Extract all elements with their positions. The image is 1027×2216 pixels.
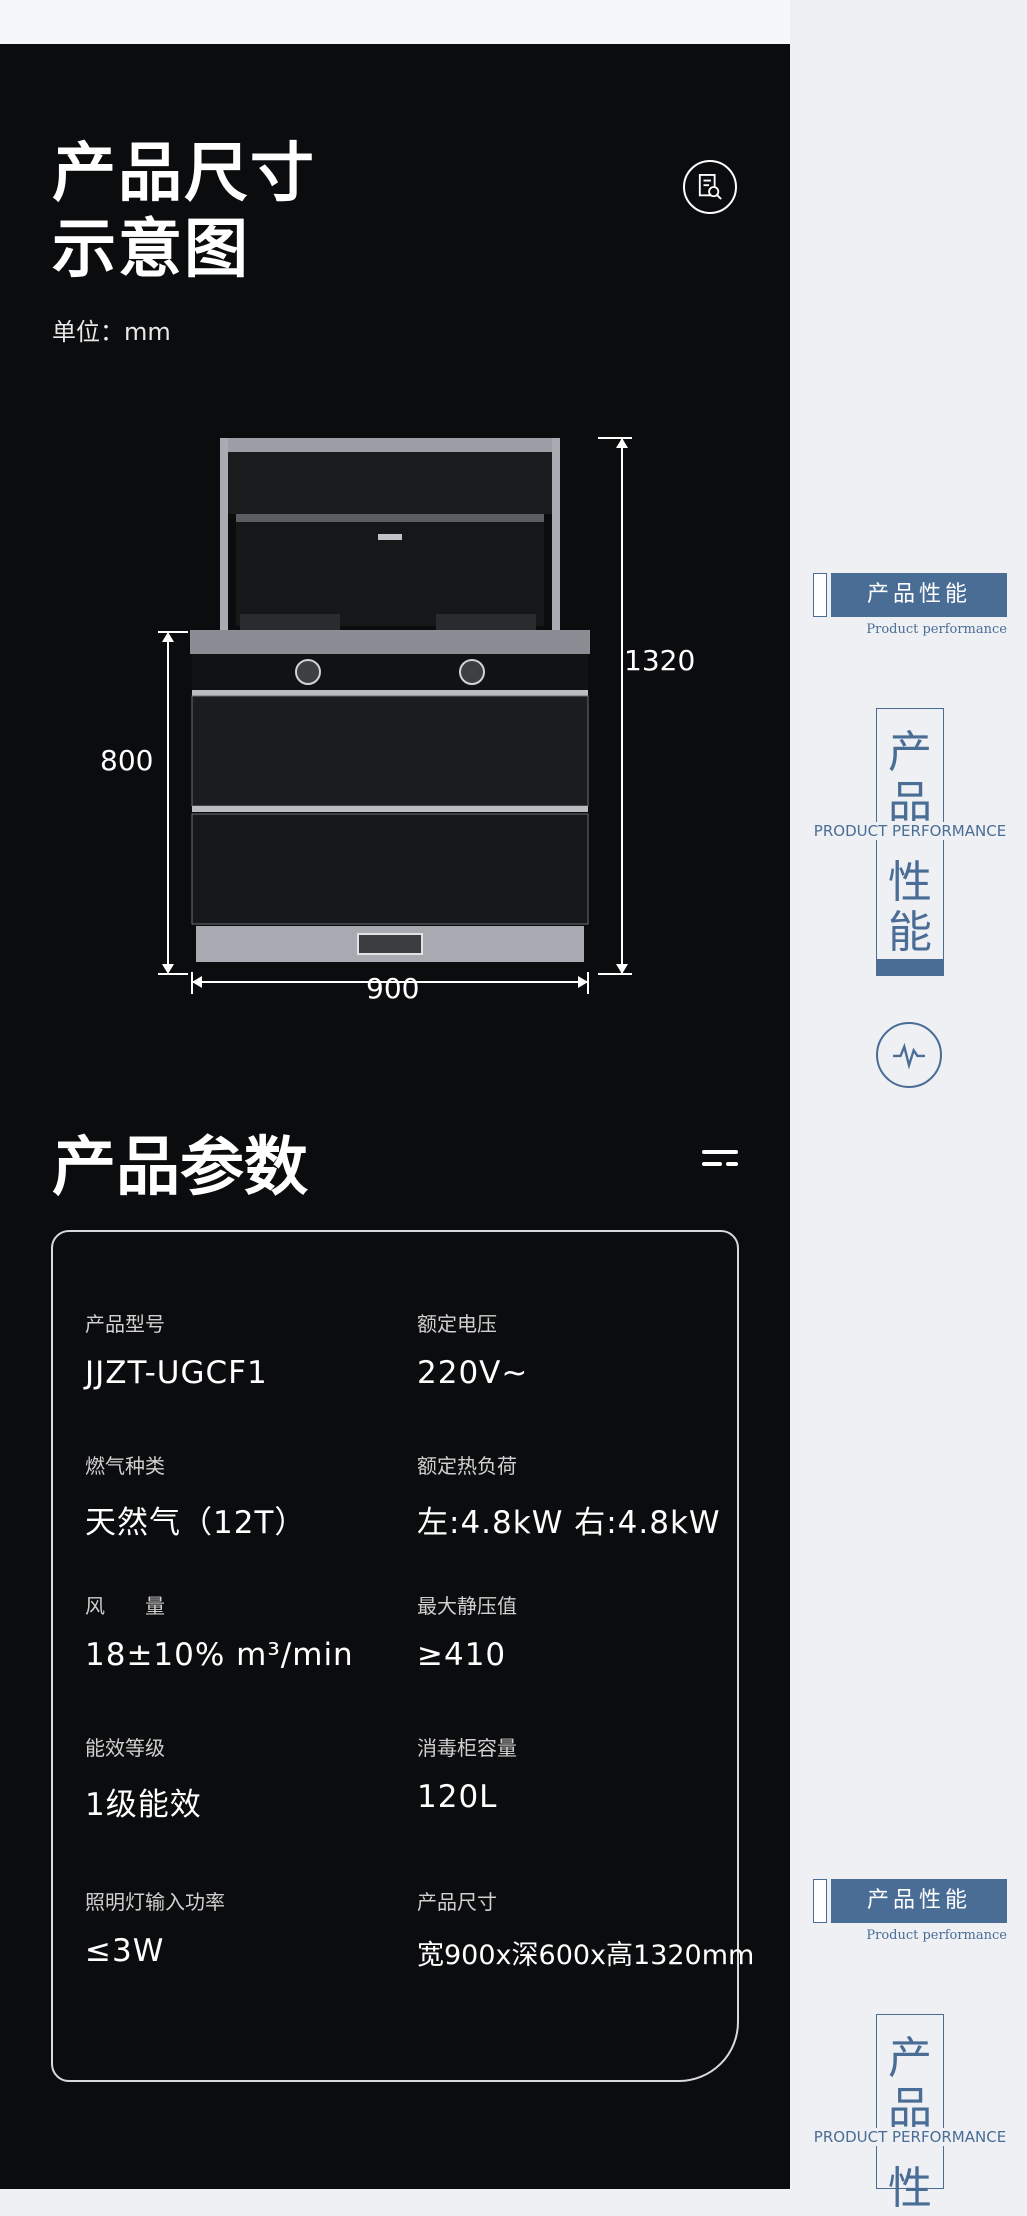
badge-label: 产品性能	[831, 573, 1007, 617]
spec-value: 左:4.8kW 右:4.8kW	[417, 1505, 721, 1541]
spec-label: 额定热负荷	[417, 1454, 517, 1478]
vertical-subtitle: PRODUCT PERFORMANCE	[800, 822, 1020, 840]
spec-model: 产品型号 JJZT-UGCF1	[85, 1308, 268, 1391]
spec-static-pressure: 最大静压值 ≥410	[417, 1590, 517, 1673]
badge-label: 产品性能	[831, 1879, 1007, 1923]
vertical-char: 品	[888, 2083, 932, 2134]
performance-badge-top: 产品性能	[813, 573, 1007, 617]
unit-label: 单位：mm	[52, 318, 171, 346]
vertical-char: 能	[888, 907, 932, 958]
product-diagram	[158, 437, 632, 994]
range-hood	[220, 438, 560, 630]
control-panel	[192, 654, 588, 690]
top-strip	[0, 0, 790, 44]
spec-label: 风 量	[85, 1594, 165, 1618]
base-height-dimension: 800	[100, 744, 154, 777]
product-detail-panel: 产品尺寸 示意图 单位：mm 1320 800 900 产品参数 产品型号 JJ…	[0, 44, 790, 2189]
spec-cabinet-capacity: 消毒柜容量 120L	[417, 1732, 517, 1815]
badge-sub-top: Product performance	[866, 622, 1007, 637]
dimension-title: 产品尺寸 示意图	[52, 136, 316, 288]
params-card: 产品型号 JJZT-UGCF1 额定电压 220V~ 燃气种类 天然气（12T）…	[51, 1230, 754, 2082]
spec-light-power: 照明灯输入功率 ≤3W	[85, 1886, 225, 1969]
spec-value: 220V~	[417, 1355, 529, 1391]
spec-label: 照明灯输入功率	[85, 1890, 225, 1914]
performance-badge-bottom: 产品性能	[813, 1879, 1007, 1923]
dimension-title-line1: 产品尺寸	[52, 137, 316, 211]
spec-value: 1级能效	[85, 1787, 202, 1823]
countertop	[190, 630, 590, 654]
spec-heat-load: 额定热负荷 左:4.8kW 右:4.8kW	[417, 1450, 721, 1542]
spec-value: 18±10% m³/min	[85, 1637, 354, 1673]
spec-label: 额定电压	[417, 1312, 497, 1336]
spec-value: 120L	[417, 1779, 498, 1815]
spec-airflow: 风 量 18±10% m³/min	[85, 1590, 354, 1673]
right-knob	[459, 659, 485, 685]
vertical-char: 品	[888, 777, 932, 828]
spec-value: 宽900x深600x高1320mm	[417, 1940, 755, 1971]
spec-voltage: 额定电压 220V~	[417, 1308, 528, 1391]
spec-value: 天然气（12T）	[85, 1505, 307, 1541]
height-dimension: 1320	[624, 644, 696, 677]
spec-label: 燃气种类	[85, 1454, 165, 1478]
spec-label: 产品尺寸	[417, 1890, 497, 1914]
params-title: 产品参数	[52, 1131, 308, 1205]
spec-dimensions: 产品尺寸 宽900x深600x高1320mm	[417, 1886, 754, 1972]
spec-value: JJZT-UGCF1	[85, 1355, 268, 1391]
spec-label: 产品型号	[85, 1312, 165, 1336]
spec-label: 消毒柜容量	[417, 1736, 517, 1760]
pulse-icon	[876, 1022, 942, 1088]
spec-gas-type: 燃气种类 天然气（12T）	[85, 1450, 306, 1542]
vertical-subtitle: PRODUCT PERFORMANCE	[800, 2128, 1020, 2146]
badge-sub-bottom: Product performance	[866, 1928, 1007, 1943]
spec-efficiency: 能效等级 1级能效	[85, 1732, 202, 1824]
upper-drawer	[191, 695, 589, 807]
vertical-footer-bar	[876, 960, 944, 976]
lower-drawer	[191, 813, 589, 925]
spec-label: 最大静压值	[417, 1594, 517, 1618]
left-knob	[295, 659, 321, 685]
spec-value: ≥410	[417, 1637, 507, 1673]
equalizer-icon	[702, 1150, 738, 1166]
vertical-char: 性	[888, 2163, 932, 2214]
spec-label: 能效等级	[85, 1736, 165, 1760]
document-search-icon	[683, 160, 737, 214]
width-dimension: 900	[366, 972, 420, 1005]
dimension-title-line2: 示意图	[52, 213, 250, 287]
spec-value: ≤3W	[85, 1933, 165, 1969]
